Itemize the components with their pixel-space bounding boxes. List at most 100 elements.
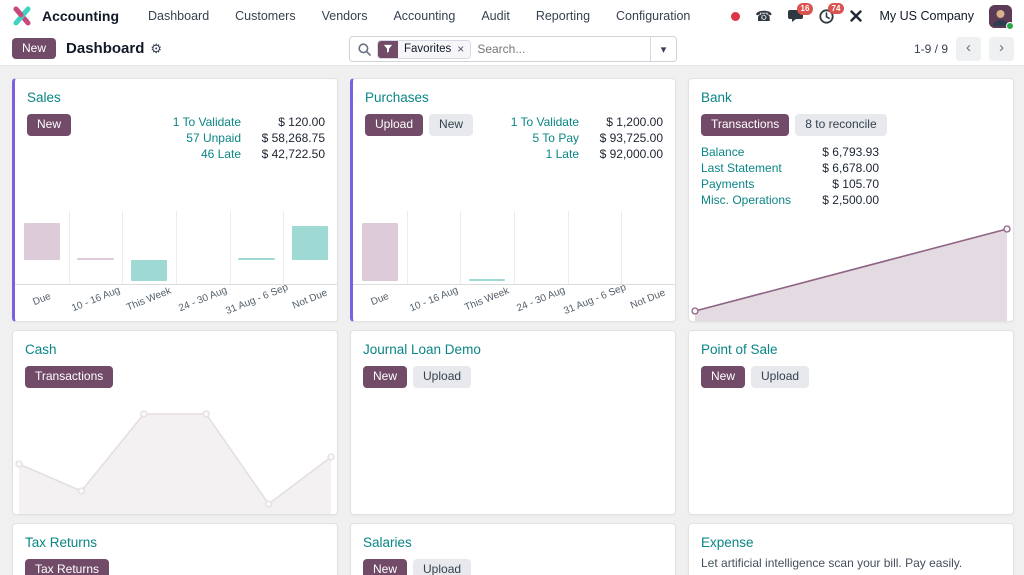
journal-dashboard: Sales New 1 To Validate $ 120.00 57 Unpa… bbox=[0, 66, 1024, 575]
sales-unpaid-amount: $ 58,268.75 bbox=[241, 130, 325, 146]
journal-row: Balance $ 6,793.93 bbox=[701, 144, 879, 160]
bank-payments-link[interactable]: Payments bbox=[701, 176, 795, 192]
journal-title-tax-returns[interactable]: Tax Returns bbox=[25, 535, 97, 550]
purchases-bar-chart: Due10 - 16 AugThis Week24 - 30 Aug31 Aug… bbox=[353, 211, 675, 321]
journal-row: 46 Late $ 42,722.50 bbox=[113, 146, 325, 162]
new-button[interactable]: New bbox=[12, 38, 56, 60]
nav-item-customers[interactable]: Customers bbox=[224, 9, 306, 23]
bank-line-chart bbox=[689, 217, 1013, 321]
purchases-to-pay-amount: $ 93,725.00 bbox=[579, 130, 663, 146]
journal-title-salaries[interactable]: Salaries bbox=[363, 535, 412, 550]
facet-close-icon[interactable]: × bbox=[457, 41, 470, 58]
journal-row: 57 Unpaid $ 58,268.75 bbox=[113, 130, 325, 146]
pos-new-button[interactable]: New bbox=[701, 366, 745, 388]
sales-late-link[interactable]: 46 Late bbox=[113, 146, 241, 162]
pager-previous-button[interactable]: ‹ bbox=[956, 37, 981, 61]
expense-subtitle: Let artificial intelligence scan your bi… bbox=[701, 556, 1001, 570]
journal-card-sales: Sales New 1 To Validate $ 120.00 57 Unpa… bbox=[12, 78, 338, 322]
nav-item-configuration[interactable]: Configuration bbox=[605, 9, 701, 23]
sales-new-button[interactable]: New bbox=[27, 114, 71, 136]
journal-row: Last Statement $ 6,678.00 bbox=[701, 160, 879, 176]
app-name[interactable]: Accounting bbox=[42, 8, 119, 24]
journal-card-purchases: Purchases Upload New 1 To Validate $ 1,2… bbox=[350, 78, 676, 322]
purchases-upload-button[interactable]: Upload bbox=[365, 114, 423, 136]
sales-to-validate-link[interactable]: 1 To Validate bbox=[113, 114, 241, 130]
purchases-to-pay-link[interactable]: 5 To Pay bbox=[473, 130, 579, 146]
tax-returns-button[interactable]: Tax Returns bbox=[25, 559, 109, 575]
facet-label: Favorites bbox=[398, 41, 457, 58]
bank-misc-operations-amount: $ 2,500.00 bbox=[795, 192, 879, 208]
nav-item-vendors[interactable]: Vendors bbox=[311, 9, 379, 23]
journal-title-purchases[interactable]: Purchases bbox=[365, 90, 429, 105]
journal-card-point-of-sale: Point of Sale New Upload bbox=[688, 330, 1014, 515]
purchases-late-amount: $ 92,000.00 bbox=[579, 146, 663, 162]
purchases-new-button[interactable]: New bbox=[429, 114, 473, 136]
journal-row: Misc. Operations $ 2,500.00 bbox=[701, 192, 879, 208]
search-bar[interactable]: Favorites × ▾ bbox=[349, 36, 677, 62]
bank-reconcile-button[interactable]: 8 to reconcile bbox=[795, 114, 886, 136]
purchases-to-validate-link[interactable]: 1 To Validate bbox=[473, 114, 579, 130]
pos-upload-button[interactable]: Upload bbox=[751, 366, 809, 388]
activities-clock-icon[interactable]: 74 bbox=[819, 9, 834, 24]
salaries-upload-button[interactable]: Upload bbox=[413, 559, 471, 575]
nav-item-audit[interactable]: Audit bbox=[470, 9, 521, 23]
online-status-dot bbox=[1006, 22, 1014, 30]
messages-icon[interactable]: 16 bbox=[788, 9, 804, 23]
bank-last-statement-amount: $ 6,678.00 bbox=[795, 160, 879, 176]
cash-transactions-button[interactable]: Transactions bbox=[25, 366, 113, 388]
journal-title-sales[interactable]: Sales bbox=[27, 90, 61, 105]
journal-card-loan-demo: Journal Loan Demo New Upload bbox=[350, 330, 676, 515]
pager: 1-9 / 9 ‹ › bbox=[914, 37, 1014, 61]
journal-title-loan-demo[interactable]: Journal Loan Demo bbox=[363, 342, 481, 357]
journal-card-tax-returns: Tax Returns Tax Returns bbox=[12, 523, 338, 575]
journal-title-point-of-sale[interactable]: Point of Sale bbox=[701, 342, 778, 357]
journal-card-expense: Expense Let artificial intelligence scan… bbox=[688, 523, 1014, 575]
tools-icon[interactable] bbox=[849, 9, 863, 23]
messages-badge: 16 bbox=[797, 3, 814, 15]
loan-demo-upload-button[interactable]: Upload bbox=[413, 366, 471, 388]
nav-item-reporting[interactable]: Reporting bbox=[525, 9, 601, 23]
journal-title-bank[interactable]: Bank bbox=[701, 90, 732, 105]
voip-phone-icon[interactable]: ☎ bbox=[755, 9, 772, 23]
journal-title-expense[interactable]: Expense bbox=[701, 535, 754, 550]
top-navbar: Accounting Dashboard Customers Vendors A… bbox=[0, 0, 1024, 32]
journal-card-bank: Bank Transactions 8 to reconcile Balance… bbox=[688, 78, 1014, 322]
page-title: Dashboard bbox=[66, 40, 144, 57]
search-icon bbox=[358, 43, 371, 56]
journal-row: 1 To Validate $ 120.00 bbox=[113, 114, 325, 130]
sales-bar-chart: Due10 - 16 AugThis Week24 - 30 Aug31 Aug… bbox=[15, 211, 337, 321]
sales-late-amount: $ 42,722.50 bbox=[241, 146, 325, 162]
search-input[interactable] bbox=[471, 42, 650, 56]
user-avatar[interactable] bbox=[989, 5, 1012, 28]
bank-last-statement-link[interactable]: Last Statement bbox=[701, 160, 795, 176]
company-switcher[interactable]: My US Company bbox=[880, 9, 974, 23]
sales-to-validate-amount: $ 120.00 bbox=[241, 114, 325, 130]
view-settings-gear-icon[interactable]: ⚙ bbox=[150, 41, 162, 57]
nav-item-dashboard[interactable]: Dashboard bbox=[137, 9, 220, 23]
pager-next-button[interactable]: › bbox=[989, 37, 1014, 61]
app-logo-icon bbox=[12, 6, 32, 26]
activities-badge: 74 bbox=[828, 3, 845, 15]
journal-row: 5 To Pay $ 93,725.00 bbox=[473, 130, 663, 146]
sales-unpaid-link[interactable]: 57 Unpaid bbox=[113, 130, 241, 146]
bank-balance-amount: $ 6,793.93 bbox=[795, 144, 879, 160]
filter-funnel-icon bbox=[378, 41, 398, 58]
bank-transactions-button[interactable]: Transactions bbox=[701, 114, 789, 136]
bank-payments-amount: $ 105.70 bbox=[795, 176, 879, 192]
pager-range: 1-9 / 9 bbox=[914, 42, 948, 56]
journal-row: 1 Late $ 92,000.00 bbox=[473, 146, 663, 162]
purchases-late-link[interactable]: 1 Late bbox=[473, 146, 579, 162]
purchases-to-validate-amount: $ 1,200.00 bbox=[579, 114, 663, 130]
loan-demo-new-button[interactable]: New bbox=[363, 366, 407, 388]
search-facet-favorites: Favorites × bbox=[377, 40, 471, 59]
journal-row: 1 To Validate $ 1,200.00 bbox=[473, 114, 663, 130]
search-dropdown-caret-icon[interactable]: ▾ bbox=[650, 37, 676, 61]
bank-misc-operations-link[interactable]: Misc. Operations bbox=[701, 192, 795, 208]
bank-balance-link[interactable]: Balance bbox=[701, 144, 795, 160]
journal-card-salaries: Salaries New Upload bbox=[350, 523, 676, 575]
recording-status-dot bbox=[731, 12, 740, 21]
journal-title-cash[interactable]: Cash bbox=[25, 342, 57, 357]
nav-item-accounting[interactable]: Accounting bbox=[382, 9, 466, 23]
journal-card-cash: Cash Transactions bbox=[12, 330, 338, 515]
salaries-new-button[interactable]: New bbox=[363, 559, 407, 575]
